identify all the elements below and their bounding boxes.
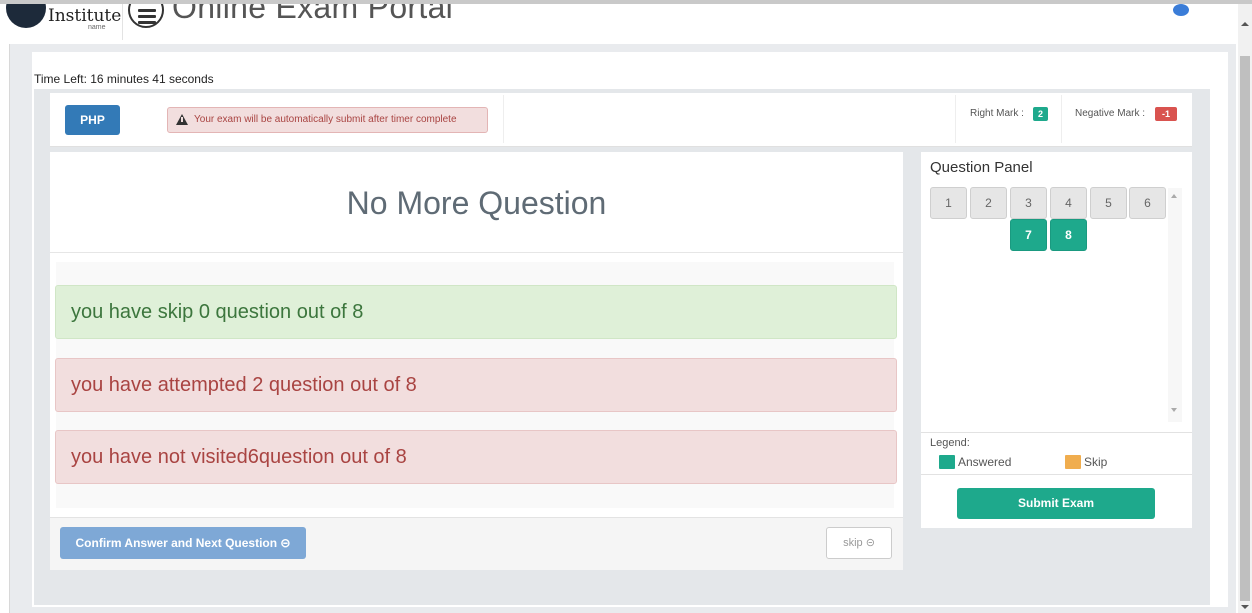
skip-summary: you have skip 0 question out of 8 <box>55 285 897 339</box>
skip-button[interactable]: skip ⊝ <box>826 527 892 559</box>
scroll-down-arrow-icon[interactable] <box>1241 605 1249 609</box>
legend-skip-label: Skip <box>1084 455 1108 469</box>
question-button-7[interactable]: 7 <box>1010 219 1047 251</box>
menu-icon <box>138 9 156 12</box>
answered-swatch <box>939 455 955 469</box>
question-divider <box>50 252 903 253</box>
submit-exam-button[interactable]: Submit Exam <box>957 488 1155 519</box>
menu-icon-line <box>138 15 156 18</box>
timer-alert: Your exam will be automatically submit a… <box>167 107 488 133</box>
alert-text: Your exam will be automatically submit a… <box>194 114 457 125</box>
logo-text: Institute <box>48 6 122 26</box>
legend-answered-label: Answered <box>958 455 1012 469</box>
scroll-up-arrow-icon[interactable] <box>1171 194 1177 198</box>
app-header: Institute name Online Exam Portal <box>0 4 1232 44</box>
negative-mark-label: Negative Mark : <box>1075 108 1146 119</box>
portal-title: Online Exam Portal <box>172 4 454 25</box>
negative-mark-badge: -1 <box>1155 107 1177 121</box>
question-button-4[interactable]: 4 <box>1050 187 1087 219</box>
left-rail <box>0 44 10 613</box>
scroll-thumb[interactable] <box>1240 56 1250 601</box>
logo-subtext: name <box>88 24 106 31</box>
question-panel-title: Question Panel <box>930 159 1033 176</box>
toolbar-divider <box>1061 95 1062 143</box>
skip-swatch <box>1065 455 1081 469</box>
time-left: Time Left: 16 minutes 41 seconds <box>34 72 214 86</box>
question-button-1[interactable]: 1 <box>930 187 967 219</box>
scroll-down-arrow-icon[interactable] <box>1171 408 1177 412</box>
not-visited-summary: you have not visited6question out of 8 <box>55 430 897 484</box>
question-button-5[interactable]: 5 <box>1090 187 1127 219</box>
subject-button[interactable]: PHP <box>65 105 120 135</box>
question-button-6[interactable]: 6 <box>1129 187 1166 219</box>
legend-title: Legend: <box>930 437 970 449</box>
institute-logo-icon[interactable] <box>6 4 46 28</box>
scroll-up-arrow-icon[interactable] <box>1241 22 1249 26</box>
menu-icon-line <box>138 21 156 24</box>
confirm-next-button[interactable]: Confirm Answer and Next Question ⊝ <box>60 527 306 559</box>
page-scrollbar[interactable] <box>1238 4 1252 613</box>
question-button-2[interactable]: 2 <box>970 187 1007 219</box>
right-mark-label: Right Mark : <box>970 108 1024 119</box>
legend-divider-bottom <box>921 474 1192 475</box>
menu-toggle-button[interactable] <box>128 4 164 28</box>
question-heading: No More Question <box>346 185 607 221</box>
toolbar-divider <box>503 95 504 143</box>
question-panel-scrollbar[interactable] <box>1168 188 1182 422</box>
legend-divider <box>921 432 1192 433</box>
header-divider <box>122 4 123 40</box>
warning-icon-mark <box>181 117 183 122</box>
toolbar-divider <box>955 95 956 143</box>
question-button-8[interactable]: 8 <box>1050 219 1087 251</box>
question-button-3[interactable]: 3 <box>1010 187 1047 219</box>
globe-icon[interactable] <box>1173 4 1189 16</box>
attempted-summary: you have attempted 2 question out of 8 <box>55 358 897 412</box>
right-mark-badge: 2 <box>1033 107 1048 121</box>
